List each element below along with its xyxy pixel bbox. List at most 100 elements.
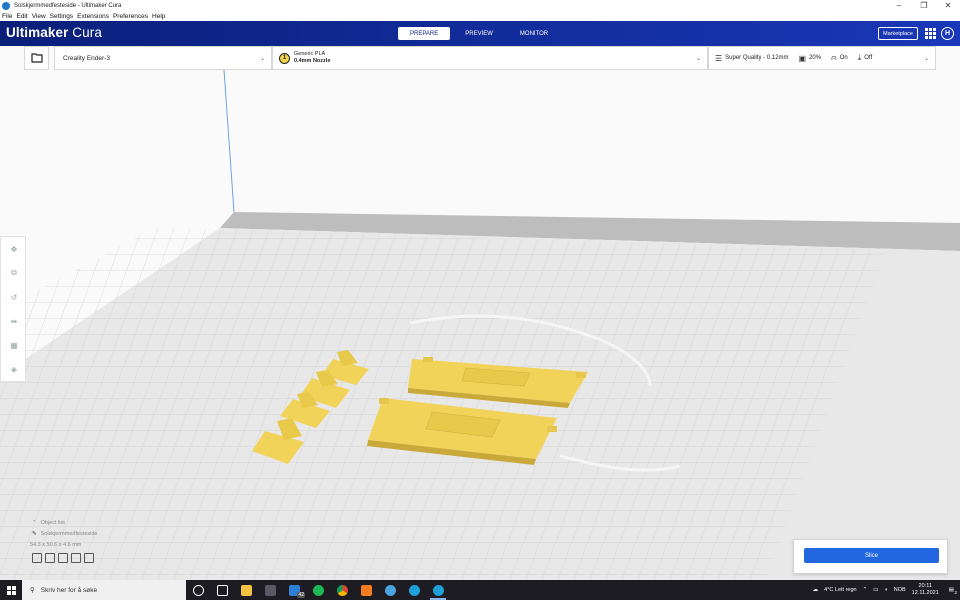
clock-date: 12.11.2021: [911, 590, 939, 596]
brand-logo: Ultimaker Cura: [6, 25, 102, 40]
3d-view-icon[interactable]: [32, 553, 42, 563]
mail-badge: 42: [297, 592, 305, 598]
cortana-icon[interactable]: [186, 580, 210, 600]
tab-monitor[interactable]: MONITOR: [508, 27, 560, 40]
scale-tool-icon[interactable]: ⧉: [1, 261, 27, 285]
menu-edit[interactable]: Edit: [16, 13, 27, 20]
menu-bar: File Edit View Settings Extensions Prefe…: [0, 11, 960, 21]
fusion-icon[interactable]: [354, 580, 378, 600]
weather-icon[interactable]: ☁: [813, 587, 819, 593]
slice-button[interactable]: Slice: [804, 548, 939, 563]
support-value: On: [839, 55, 848, 61]
start-button[interactable]: [0, 580, 22, 600]
left-view-icon[interactable]: [71, 553, 81, 563]
object-list-panel: ⌃ Object list ✎ Solskjermmedfesteside 54…: [30, 520, 98, 568]
infill-icon: ▣: [798, 53, 807, 63]
system-tray: ☁ 4°C Lett regn ⌃ ▭ ◖ NOB 20:11 12.11.20…: [813, 580, 960, 600]
windows-logo-icon: [6, 585, 16, 595]
chevron-up-icon: ⌃: [32, 520, 37, 526]
chrome-icon[interactable]: [330, 580, 354, 600]
material-selector[interactable]: 1 Generic PLA 0.4mm Nozzle ⌄: [272, 46, 708, 70]
file-explorer-icon[interactable]: [234, 580, 258, 600]
network-icon[interactable]: ▭: [873, 587, 878, 593]
adhesion-icon: ⤓: [857, 53, 862, 62]
right-view-icon[interactable]: [84, 553, 94, 563]
mail-icon[interactable]: 42: [282, 580, 306, 600]
menu-preferences[interactable]: Preferences: [113, 13, 148, 20]
brand-light: Cura: [72, 25, 102, 40]
volume-icon[interactable]: ◖: [884, 587, 887, 593]
printer-name: Creality Ender-3: [63, 54, 110, 62]
object-list-header: Object list: [40, 520, 65, 526]
cura-app-icon: [2, 1, 10, 10]
cura-active-taskbar-icon[interactable]: [426, 580, 450, 600]
per-model-settings-icon[interactable]: ▦: [1, 333, 27, 357]
stage-tabs: PREPARE PREVIEW MONITOR: [398, 27, 563, 40]
task-view-icon[interactable]: [210, 580, 234, 600]
menu-view[interactable]: View: [32, 13, 46, 20]
mirror-tool-icon[interactable]: ⇹: [1, 309, 27, 333]
weather-text[interactable]: 4°C Lett regn: [824, 587, 856, 593]
object-dimensions: 54.3 x 50.6 x 4.6 mm: [30, 542, 82, 548]
open-file-button[interactable]: [24, 46, 49, 70]
language-indicator[interactable]: NOB: [894, 587, 906, 593]
tab-preview[interactable]: PREVIEW: [453, 27, 505, 40]
extruder-badge: 1: [279, 52, 290, 64]
support-blocker-icon[interactable]: ◈: [1, 357, 27, 381]
build-plate-scene: [0, 69, 960, 580]
chevron-down-icon: ⌄: [259, 56, 265, 62]
folder-icon: [30, 53, 43, 63]
store-icon[interactable]: [258, 580, 282, 600]
menu-settings[interactable]: Settings: [50, 13, 74, 20]
menu-file[interactable]: File: [2, 13, 12, 20]
sliders-icon: ☰: [715, 53, 723, 63]
quality-profile: Super Quality - 0.12mm: [725, 55, 789, 61]
tab-prepare[interactable]: PREPARE: [398, 27, 451, 40]
cura-taskbar-icon[interactable]: [402, 580, 426, 600]
chevron-up-icon[interactable]: ⌃: [863, 587, 868, 593]
close-button[interactable]: ✕: [936, 0, 960, 11]
brand-bold: Ultimaker: [6, 25, 69, 40]
clock-time: 20:11: [918, 583, 932, 589]
front-view-icon[interactable]: [45, 553, 55, 563]
pencil-icon[interactable]: ✎: [32, 531, 37, 537]
search-icon: ⚲: [30, 587, 35, 594]
adhesion-value: Off: [864, 55, 873, 61]
chevron-down-icon: ⌄: [923, 56, 929, 62]
infill-value: 20%: [809, 55, 822, 61]
window-title: Solskjermmedfesteside - Ultimaker Cura: [14, 2, 122, 9]
app-header: Ultimaker Cura PREPARE PREVIEW MONITOR M…: [0, 21, 960, 46]
print-settings-selector[interactable]: ☰ Super Quality - 0.12mm ▣ 20% ⩀ On ⤓ Of…: [708, 46, 936, 70]
support-icon: ⩀: [831, 53, 837, 62]
maximize-button[interactable]: ❐: [912, 0, 936, 11]
search-placeholder: Skriv her for å søke: [40, 586, 98, 594]
z-axis-line: [223, 69, 235, 213]
rotate-tool-icon[interactable]: ↺: [1, 285, 27, 309]
windows-taskbar: ⚲ Skriv her for å søke 42 ☁ 4°C Lett reg…: [0, 580, 960, 600]
chevron-down-icon: ⌄: [695, 56, 701, 62]
minimize-button[interactable]: –: [887, 0, 911, 11]
move-tool-icon[interactable]: ✥: [1, 237, 27, 261]
view-orientation-buttons: [32, 553, 97, 563]
taskbar-search[interactable]: ⚲ Skriv her for å søke: [22, 580, 186, 600]
clock[interactable]: 20:11 12.11.2021: [912, 583, 939, 597]
top-view-icon[interactable]: [58, 553, 68, 563]
marketplace-button[interactable]: Marketplace: [878, 27, 918, 40]
sketchup-icon[interactable]: [378, 580, 402, 600]
account-avatar[interactable]: H: [941, 27, 954, 40]
applications-grid-icon[interactable]: [925, 28, 936, 39]
menu-extensions[interactable]: Extensions: [77, 13, 109, 20]
spotify-icon[interactable]: [306, 580, 330, 600]
3d-viewport[interactable]: [0, 46, 960, 580]
menu-help[interactable]: Help: [152, 13, 165, 20]
notification-count: 2: [954, 590, 957, 595]
object-name: Solskjermmedfesteside: [40, 531, 98, 537]
window-titlebar: Solskjermmedfesteside - Ultimaker Cura: [0, 0, 960, 11]
printer-selector[interactable]: Creality Ender-3 ⌄: [54, 46, 272, 70]
material-name: Generic PLA: [294, 51, 326, 57]
notification-icon[interactable]: ▤ 2: [949, 587, 957, 595]
action-panel: Slice: [793, 539, 948, 574]
nozzle-size: 0.4mm Nozzle: [294, 58, 331, 64]
tool-panel: ✥ ⧉ ↺ ⇹ ▦ ◈: [0, 236, 26, 382]
object-list-toggle[interactable]: ⌃ Object list: [32, 520, 97, 526]
